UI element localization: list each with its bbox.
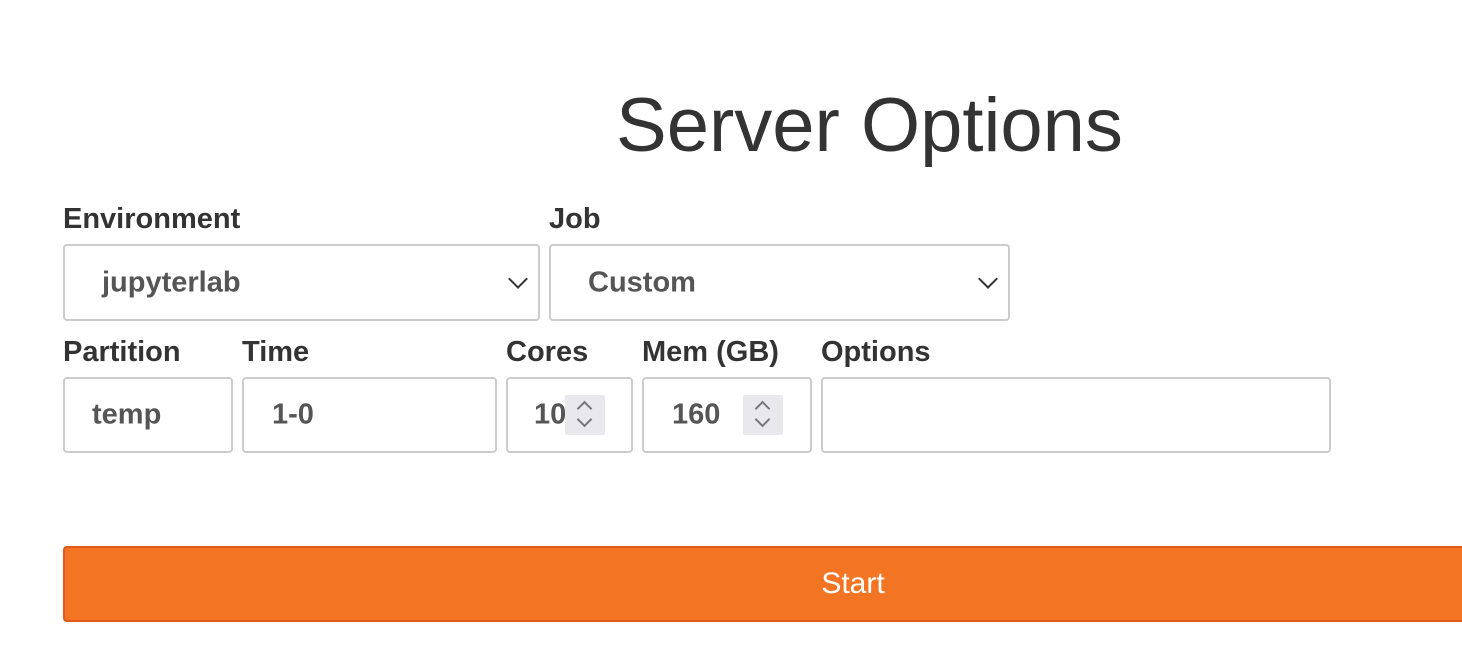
spinner-down-icon[interactable] [754, 411, 771, 428]
environment-label: Environment [63, 203, 241, 235]
mem-label: Mem (GB) [642, 336, 779, 368]
partition-input[interactable]: temp [63, 377, 233, 453]
mem-input-value: 160 [672, 398, 721, 431]
chevron-down-icon [978, 269, 998, 289]
environment-select-value: jupyterlab [102, 266, 241, 298]
job-select-value: Custom [588, 266, 696, 298]
cores-input-value: 10 [534, 398, 567, 431]
cores-input[interactable]: 10 [506, 377, 633, 453]
cores-label: Cores [506, 336, 589, 368]
time-input[interactable]: 1-0 [242, 377, 497, 453]
start-button-label: Start [821, 567, 885, 600]
time-input-value: 1-0 [272, 398, 314, 431]
partition-input-value: temp [92, 398, 162, 431]
page-title: Server Options [616, 83, 1123, 168]
options-label: Options [821, 336, 931, 368]
job-label: Job [549, 203, 601, 235]
cores-spinner[interactable] [565, 395, 605, 435]
chevron-down-icon [508, 269, 528, 289]
options-input[interactable] [821, 377, 1331, 453]
mem-spinner[interactable] [743, 395, 783, 435]
partition-label: Partition [63, 336, 181, 368]
job-select[interactable]: Custom [549, 244, 1010, 321]
spinner-down-icon[interactable] [576, 411, 593, 428]
server-options-page: Server Options Environment Job jupyterla… [0, 0, 1462, 653]
environment-select[interactable]: jupyterlab [63, 244, 540, 321]
start-button[interactable]: Start [63, 546, 1462, 622]
time-label: Time [242, 336, 310, 368]
mem-input[interactable]: 160 [642, 377, 812, 453]
